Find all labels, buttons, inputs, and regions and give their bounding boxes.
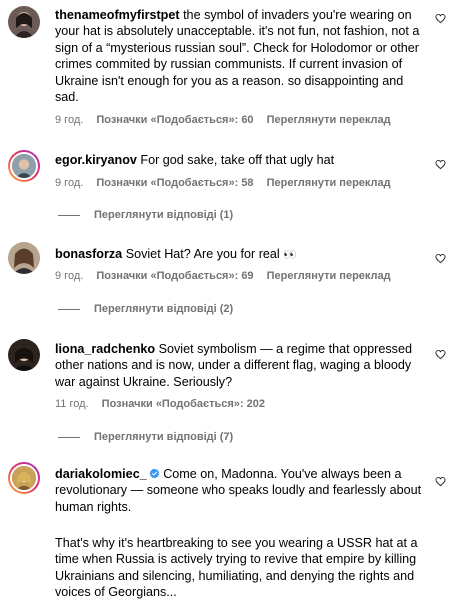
comment-text: For god sake, take off that ugly hat — [140, 153, 335, 167]
avatar[interactable] — [8, 242, 40, 274]
comment-text-continued: That's why it's heartbreaking to see you… — [55, 535, 425, 601]
comment-meta: 9 год. Позначки «Подобається»: 69 Перегл… — [55, 270, 401, 282]
comment-time: 9 год. — [55, 177, 84, 189]
like-count-button[interactable]: Позначки «Подобається»: 69 — [96, 270, 253, 282]
comment-text: the symbol of invaders you're wearing on… — [55, 8, 420, 105]
avatar[interactable] — [8, 339, 40, 371]
comment-time: 9 год. — [55, 114, 84, 126]
like-count-button[interactable]: Позначки «Подобається»: 202 — [102, 398, 265, 410]
heart-outline-icon[interactable] — [435, 159, 446, 170]
view-replies-label: Переглянути відповіді (1) — [94, 209, 234, 221]
comment-username[interactable]: dariakolomiec_ — [55, 467, 147, 481]
comment-body: bonasforza Soviet Hat? Are you for real … — [55, 246, 425, 263]
verified-badge-icon — [149, 468, 160, 479]
heart-outline-icon[interactable] — [435, 476, 446, 487]
see-translation-button[interactable]: Переглянути переклад — [267, 270, 391, 282]
view-replies-label: Переглянути відповіді (7) — [94, 431, 234, 443]
view-replies-label: Переглянути відповіді (2) — [94, 303, 234, 315]
see-translation-button[interactable]: Переглянути переклад — [267, 114, 391, 126]
comment-body: liona_radchenko Soviet symbolism — a reg… — [55, 341, 425, 390]
comment-meta: 9 год. Позначки «Подобається»: 60 Перегл… — [55, 114, 401, 126]
replies-divider — [58, 436, 80, 438]
comment-time: 11 год. — [55, 398, 89, 410]
view-replies-button[interactable]: Переглянути відповіді (7) — [58, 431, 233, 443]
like-count-button[interactable]: Позначки «Подобається»: 58 — [96, 177, 253, 189]
view-replies-button[interactable]: Переглянути відповіді (1) — [58, 209, 233, 221]
replies-divider — [58, 308, 80, 310]
like-count-button[interactable]: Позначки «Подобається»: 60 — [96, 114, 253, 126]
see-translation-button[interactable]: Переглянути переклад — [267, 177, 391, 189]
comment-body: thenameofmyfirstpet the symbol of invade… — [55, 7, 425, 105]
avatar[interactable] — [8, 6, 40, 38]
comment-time: 9 год. — [55, 270, 84, 282]
comment-body: dariakolomiec_ Come on, Madonna. You've … — [55, 466, 425, 515]
comment-username[interactable]: liona_radchenko — [55, 342, 155, 356]
eyes-emoji: 👀 — [283, 248, 297, 261]
comment-meta: 11 год. Позначки «Подобається»: 202 — [55, 398, 275, 410]
comment-text: Soviet Hat? Are you for real — [125, 247, 280, 261]
heart-outline-icon[interactable] — [435, 253, 446, 264]
comment-username[interactable]: bonasforza — [55, 247, 122, 261]
comment-username[interactable]: thenameofmyfirstpet — [55, 8, 180, 22]
view-replies-button[interactable]: Переглянути відповіді (2) — [58, 303, 233, 315]
comment-text: That's why it's heartbreaking to see you… — [55, 536, 418, 600]
replies-divider — [58, 214, 80, 216]
heart-outline-icon[interactable] — [435, 13, 446, 24]
avatar[interactable] — [8, 150, 40, 182]
avatar[interactable] — [8, 462, 40, 494]
comment-username[interactable]: egor.kiryanov — [55, 153, 137, 167]
comment-body: egor.kiryanov For god sake, take off tha… — [55, 152, 425, 168]
heart-outline-icon[interactable] — [435, 349, 446, 360]
comment-meta: 9 год. Позначки «Подобається»: 58 Перегл… — [55, 177, 401, 189]
